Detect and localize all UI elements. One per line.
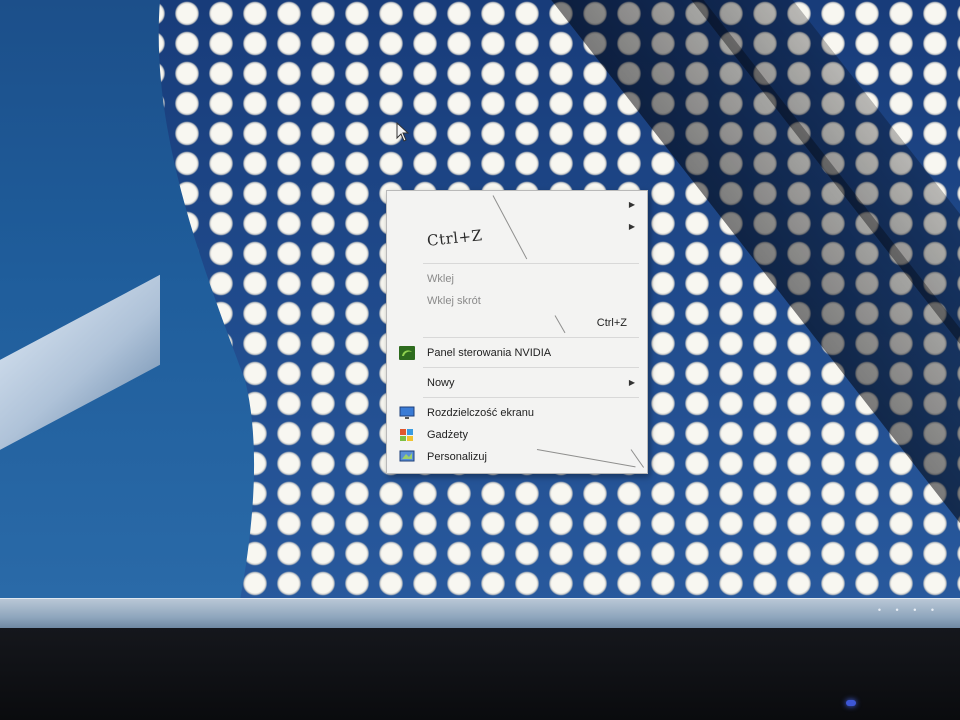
menu-item-undo[interactable]: Ctrl+Z	[387, 313, 647, 333]
personalize-icon	[399, 450, 415, 462]
menu-separator	[423, 367, 639, 368]
menu-separator	[423, 263, 639, 264]
menu-item-label: Rozdzielczość ekranu	[427, 407, 534, 419]
power-led-icon	[846, 700, 856, 706]
taskbar[interactable]: • • • •	[0, 598, 960, 629]
submenu-arrow-icon: ▶	[628, 200, 635, 209]
menu-item-personalize[interactable]: Personalizuj	[387, 447, 647, 467]
menu-item-label: Wklej	[427, 273, 454, 285]
submenu-arrow-icon: ▶	[628, 222, 635, 231]
background-window-edge[interactable]	[0, 274, 160, 456]
nvidia-icon	[399, 346, 415, 360]
menu-item-paste[interactable]: Wklej	[387, 269, 647, 289]
display-resolution-icon	[399, 406, 415, 419]
menu-separator	[423, 397, 639, 398]
menu-item-view[interactable]: ▶	[387, 195, 647, 215]
monitor-bezel	[0, 628, 960, 720]
menu-item-gadgets[interactable]: Gadżety	[387, 425, 647, 445]
gadgets-icon	[400, 429, 413, 441]
desktop-context-menu: ▶ ▶ Ctrl+Z Wklej Wklej skrót Ctrl+Z Pane…	[386, 190, 648, 474]
menu-item-shortcut: Ctrl+Z	[596, 317, 627, 329]
mouse-pointer-icon	[396, 122, 410, 142]
menu-item-label: Gadżety	[427, 429, 468, 441]
system-tray-icons[interactable]: • • • •	[878, 605, 940, 615]
menu-item-new[interactable]: Nowy ▶	[387, 373, 647, 393]
submenu-arrow-icon: ▶	[628, 378, 635, 387]
menu-item-label: Panel sterowania NVIDIA	[427, 347, 552, 359]
menu-item-paste-shortcut[interactable]: Wklej skrót	[387, 291, 647, 311]
menu-item-label: Wklej skrót	[427, 295, 481, 307]
menu-item-label: Personalizuj	[427, 451, 487, 463]
menu-item-nvidia-panel[interactable]: Panel sterowania NVIDIA	[387, 343, 647, 363]
menu-item-label: Nowy	[427, 377, 455, 389]
monitor-screen: • • • • ▶ ▶ Ctrl+Z Wklej Wklej skrót Ctr…	[0, 0, 960, 720]
menu-separator	[423, 337, 639, 338]
menu-item-screen-resolution[interactable]: Rozdzielczość ekranu	[387, 403, 647, 423]
